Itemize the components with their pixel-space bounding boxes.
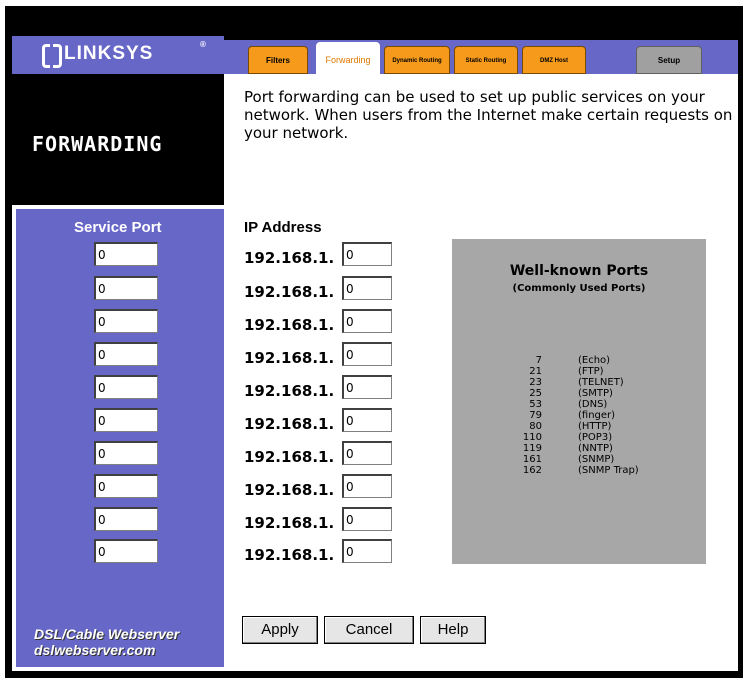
- well-known-ports-box: Well-known Ports (Commonly Used Ports) 7…: [452, 239, 706, 564]
- port-name: (SMTP): [578, 388, 613, 399]
- port-number: 110: [522, 432, 542, 443]
- ip-input-8[interactable]: [342, 474, 392, 498]
- port-number: 162: [522, 465, 542, 476]
- service-port-input-2[interactable]: [94, 276, 158, 300]
- port-number: 119: [522, 443, 542, 454]
- footer-brand-line1: DSL/Cable Webserver: [34, 626, 180, 642]
- port-row: 23 (TELNET): [452, 377, 706, 388]
- ip-prefix-3: 192.168.1.: [244, 316, 335, 334]
- tab-forwarding[interactable]: Forwarding: [316, 42, 380, 76]
- linksys-logo: LINKSYS ®: [12, 36, 224, 74]
- port-number: 53: [529, 399, 542, 410]
- service-port-input-6[interactable]: [94, 408, 158, 432]
- title-block: FORWARDING: [12, 74, 224, 205]
- port-name: (NNTP): [578, 443, 613, 454]
- service-port-header: Service Port: [74, 219, 162, 236]
- ip-prefix-5: 192.168.1.: [244, 382, 335, 400]
- tab-static-routing[interactable]: Static Routing: [454, 46, 518, 74]
- ip-input-1[interactable]: [342, 242, 392, 266]
- page-title: FORWARDING: [32, 132, 163, 156]
- ip-input-2[interactable]: [342, 276, 392, 300]
- ip-prefix-2: 192.168.1.: [244, 283, 335, 301]
- ip-prefix-1: 192.168.1.: [244, 249, 335, 267]
- service-port-input-3[interactable]: [94, 309, 158, 333]
- port-row: 162 (SNMP Trap): [452, 465, 706, 476]
- port-number: 80: [529, 421, 542, 432]
- ip-prefix-10: 192.168.1.: [244, 546, 335, 564]
- port-row: 79 (finger): [452, 410, 706, 421]
- page-description: Port forwarding can be used to set up pu…: [244, 88, 733, 142]
- ip-input-7[interactable]: [342, 441, 392, 465]
- ip-input-4[interactable]: [342, 342, 392, 366]
- ip-input-3[interactable]: [342, 309, 392, 333]
- ip-input-10[interactable]: [342, 539, 392, 563]
- port-number: 25: [529, 388, 542, 399]
- port-row: 161 (SNMP): [452, 454, 706, 465]
- help-button[interactable]: Help: [420, 616, 486, 644]
- ip-input-5[interactable]: [342, 375, 392, 399]
- port-name: (finger): [578, 410, 616, 421]
- ports-title: Well-known Ports: [509, 263, 649, 279]
- ip-address-header: IP Address: [244, 219, 322, 236]
- service-port-input-10[interactable]: [94, 539, 158, 563]
- port-number: 21: [529, 366, 542, 377]
- footer-brand: DSL/Cable Webserver dslwebserver.com: [34, 626, 179, 658]
- port-row: 21 (FTP): [452, 366, 706, 377]
- port-name: (TELNET): [578, 377, 624, 388]
- port-row: 53 (DNS): [452, 399, 706, 410]
- port-number: 161: [522, 454, 542, 465]
- port-row: 7 (Echo): [452, 355, 706, 366]
- footer-brand-line2: dslwebserver.com: [34, 642, 156, 658]
- tab-filters[interactable]: Filters: [248, 46, 308, 74]
- port-name: (FTP): [578, 366, 604, 377]
- port-row: 119 (NNTP): [452, 443, 706, 454]
- port-name: (POP3): [578, 432, 613, 443]
- service-port-input-8[interactable]: [94, 474, 158, 498]
- description-panel: Port forwarding can be used to set up pu…: [224, 74, 738, 205]
- port-name: (SNMP Trap): [578, 465, 639, 476]
- service-port-input-7[interactable]: [94, 441, 158, 465]
- ip-prefix-8: 192.168.1.: [244, 481, 335, 499]
- port-name: (Echo): [578, 355, 611, 366]
- ip-prefix-9: 192.168.1.: [244, 514, 335, 532]
- service-port-input-4[interactable]: [94, 342, 158, 366]
- port-number: 79: [529, 410, 542, 421]
- port-number: 23: [529, 377, 542, 388]
- ip-input-6[interactable]: [342, 408, 392, 432]
- port-name: (SNMP): [578, 454, 615, 465]
- tab-dynamic-routing[interactable]: Dynamic Routing: [384, 46, 450, 74]
- port-row: 110 (POP3): [452, 432, 706, 443]
- port-row: 25 (SMTP): [452, 388, 706, 399]
- ip-prefix-6: 192.168.1.: [244, 415, 335, 433]
- service-port-input-5[interactable]: [94, 375, 158, 399]
- service-port-input-9[interactable]: [94, 507, 158, 531]
- ip-prefix-4: 192.168.1.: [244, 349, 335, 367]
- logo-registered: ®: [200, 40, 207, 49]
- ip-input-9[interactable]: [342, 507, 392, 531]
- apply-button[interactable]: Apply: [242, 616, 318, 644]
- ip-prefix-7: 192.168.1.: [244, 448, 335, 466]
- port-number: 7: [535, 355, 542, 366]
- port-name: (HTTP): [578, 421, 612, 432]
- tab-bar-top-edge: [224, 34, 738, 40]
- cancel-button[interactable]: Cancel: [324, 616, 414, 644]
- logo-text: LINKSYS: [64, 43, 154, 64]
- port-row: 80 (HTTP): [452, 421, 706, 432]
- tab-dmz-host[interactable]: DMZ Host: [522, 46, 586, 74]
- tab-setup[interactable]: Setup: [636, 46, 702, 74]
- port-name: (DNS): [578, 399, 608, 410]
- ports-subtitle: (Commonly Used Ports): [512, 283, 646, 294]
- linksys-logo-icon: [42, 44, 62, 68]
- service-port-input-1[interactable]: [94, 242, 158, 266]
